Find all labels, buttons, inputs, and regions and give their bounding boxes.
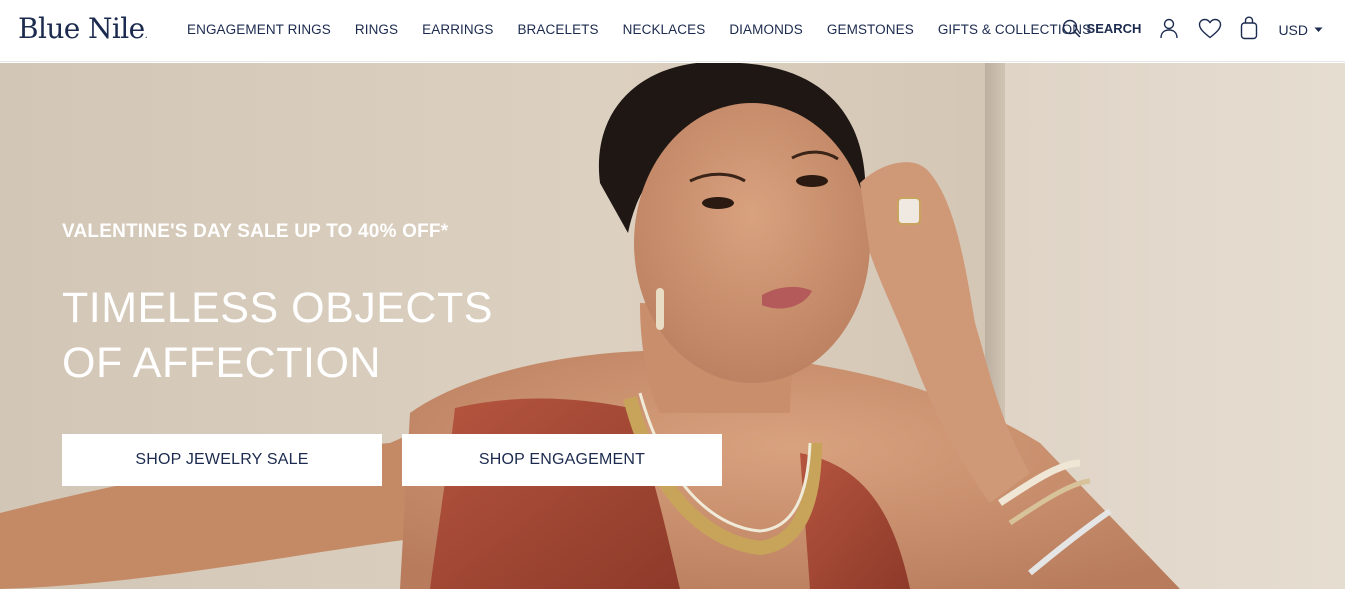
bag-button[interactable] — [1240, 16, 1258, 40]
nav-rings[interactable]: RINGS — [355, 22, 398, 37]
nav-engagement-rings[interactable]: ENGAGEMENT RINGS — [187, 22, 331, 37]
shop-jewelry-sale-button[interactable]: SHOP JEWELRY SALE — [62, 434, 382, 486]
caret-down-icon — [1314, 27, 1323, 33]
wishlist-button[interactable] — [1198, 18, 1222, 39]
currency-selector[interactable]: USD — [1278, 22, 1323, 38]
hero-headline-line1: TIMELESS OBJECTS — [62, 284, 493, 332]
promo-text: VALENTINE'S DAY SALE UP TO 40% OFF* — [62, 221, 449, 242]
main-nav: ENGAGEMENT RINGS RINGS EARRINGS BRACELET… — [187, 22, 1091, 37]
site-header: Blue Nile. ENGAGEMENT RINGS RINGS EARRIN… — [0, 0, 1345, 62]
nav-earrings[interactable]: EARRINGS — [422, 22, 493, 37]
nav-diamonds[interactable]: DIAMONDS — [729, 22, 803, 37]
hero-headline-line2: OF AFFECTION — [62, 339, 381, 387]
hero-banner: VALENTINE'S DAY SALE UP TO 40% OFF* TIME… — [0, 63, 1345, 589]
search-icon — [1062, 19, 1081, 38]
header-tools: SEARCH USD — [1062, 16, 1323, 40]
bag-icon — [1240, 16, 1258, 40]
person-icon — [1159, 18, 1179, 39]
shop-engagement-button[interactable]: SHOP ENGAGEMENT — [402, 434, 722, 486]
nav-gemstones[interactable]: GEMSTONES — [827, 22, 914, 37]
logo-text: Blue Nile — [18, 12, 145, 45]
account-button[interactable] — [1159, 18, 1179, 39]
nav-necklaces[interactable]: NECKLACES — [623, 22, 706, 37]
nav-bracelets[interactable]: BRACELETS — [517, 22, 598, 37]
heart-icon — [1198, 18, 1222, 39]
brand-logo[interactable]: Blue Nile. — [18, 12, 148, 45]
currency-label: USD — [1278, 21, 1308, 38]
logo-dot: . — [144, 30, 148, 41]
search-button[interactable]: SEARCH — [1062, 19, 1142, 38]
hero-headline: TIMELESS OBJECTS OF AFFECTION — [62, 281, 493, 391]
search-label: SEARCH — [1086, 20, 1142, 36]
